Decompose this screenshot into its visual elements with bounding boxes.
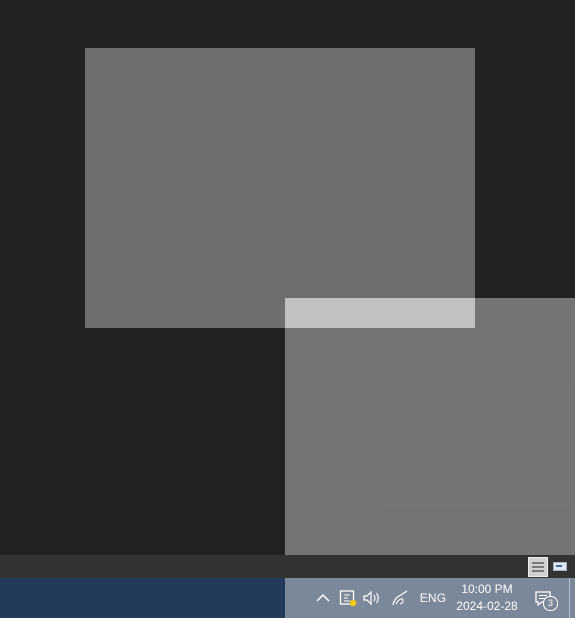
window-preview-back[interactable] — [85, 48, 475, 328]
desktop: ENG 10:00 PM 2024-02-28 3 — [0, 0, 575, 618]
show-hidden-icons-button[interactable] — [313, 588, 333, 608]
action-center-button[interactable]: 3 — [530, 586, 558, 612]
chevron-up-icon — [316, 593, 330, 602]
volume-icon — [363, 590, 379, 606]
input-language-indicator[interactable]: ENG — [418, 588, 448, 608]
volume-button[interactable] — [361, 588, 383, 608]
notification-count-badge: 3 — [543, 596, 558, 611]
windows-security-icon — [339, 590, 357, 607]
show-desktop-button[interactable] — [569, 578, 570, 618]
thumbnail-view-button[interactable] — [551, 557, 571, 577]
preview-overlap-highlight — [285, 298, 475, 328]
list-line-icon — [532, 570, 544, 572]
list-line-icon — [532, 566, 544, 568]
clock[interactable]: 10:00 PM 2024-02-28 — [452, 580, 522, 616]
windows-security-button[interactable] — [338, 588, 358, 608]
list-line-icon — [532, 562, 544, 564]
status-strip — [0, 555, 575, 578]
pen-workspace-button[interactable] — [389, 588, 411, 608]
clock-date: 2024-02-28 — [456, 599, 518, 613]
pen-workspace-icon — [392, 590, 408, 606]
list-view-button[interactable] — [528, 557, 548, 577]
clock-time: 10:00 PM — [461, 582, 513, 596]
thumbnail-icon — [553, 562, 567, 571]
